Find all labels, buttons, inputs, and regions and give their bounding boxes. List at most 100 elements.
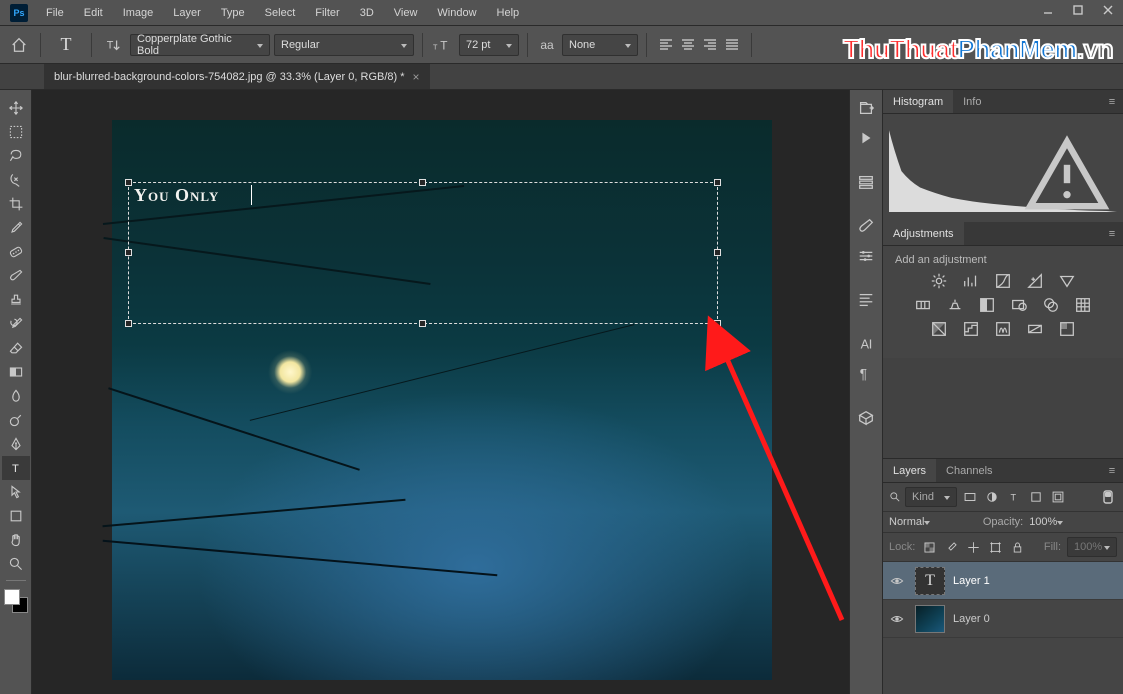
color-lookup-icon[interactable] <box>1072 296 1094 314</box>
marquee-tool[interactable] <box>2 120 30 144</box>
brush-settings-icon[interactable] <box>851 242 881 270</box>
color-balance-icon[interactable] <box>944 296 966 314</box>
text-bounding-box[interactable]: You Only <box>128 182 718 324</box>
maximize-button[interactable] <box>1063 0 1093 20</box>
stamp-tool[interactable] <box>2 288 30 312</box>
channel-mixer-icon[interactable] <box>1040 296 1062 314</box>
close-button[interactable] <box>1093 0 1123 20</box>
blur-tool[interactable] <box>2 384 30 408</box>
canvas[interactable]: You Only <box>32 90 849 694</box>
resize-handle[interactable] <box>714 179 721 186</box>
menu-help[interactable]: Help <box>487 0 530 26</box>
fill-field[interactable]: 100% <box>1067 537 1117 557</box>
levels-icon[interactable] <box>960 272 982 290</box>
crop-tool[interactable] <box>2 192 30 216</box>
bw-icon[interactable] <box>976 296 998 314</box>
filter-shape-icon[interactable] <box>1027 488 1045 506</box>
layer-item[interactable]: T Layer 1 <box>883 562 1123 600</box>
threshold-icon[interactable] <box>992 320 1014 338</box>
align-justify-icon[interactable] <box>721 34 743 56</box>
lock-pixels-icon[interactable] <box>943 539 959 555</box>
tab-channels[interactable]: Channels <box>936 459 1002 482</box>
brush-tool[interactable] <box>2 264 30 288</box>
blend-mode-select[interactable]: Normal <box>889 516 977 528</box>
hue-icon[interactable] <box>912 296 934 314</box>
tab-info[interactable]: Info <box>953 90 991 113</box>
tab-layers[interactable]: Layers <box>883 459 936 482</box>
align-right-icon[interactable] <box>699 34 721 56</box>
character-panel-icon[interactable]: A <box>851 330 881 358</box>
glyphs-panel-icon[interactable]: ¶ <box>851 360 881 388</box>
dodge-tool[interactable] <box>2 408 30 432</box>
resize-handle[interactable] <box>714 249 721 256</box>
history-brush-tool[interactable] <box>2 312 30 336</box>
hand-tool[interactable] <box>2 528 30 552</box>
visibility-toggle[interactable] <box>887 612 907 626</box>
3d-panel-icon[interactable] <box>851 404 881 432</box>
antialias-select[interactable]: None <box>562 34 638 56</box>
minimize-button[interactable] <box>1033 0 1063 20</box>
resize-handle[interactable] <box>419 179 426 186</box>
filter-type-icon[interactable]: T <box>1005 488 1023 506</box>
filter-adjustment-icon[interactable] <box>983 488 1001 506</box>
brush-panel-icon[interactable] <box>851 212 881 240</box>
tab-histogram[interactable]: Histogram <box>883 90 953 113</box>
close-tab-icon[interactable]: × <box>413 70 420 84</box>
text-orientation-icon[interactable]: T <box>100 36 126 54</box>
lock-position-icon[interactable] <box>965 539 981 555</box>
filter-pixel-icon[interactable] <box>961 488 979 506</box>
exposure-icon[interactable] <box>1024 272 1046 290</box>
document-tab[interactable]: blur-blurred-background-colors-754082.jp… <box>44 64 430 89</box>
home-icon[interactable] <box>6 32 32 58</box>
layer-filter-select[interactable]: Kind <box>905 487 957 507</box>
actions-panel-icon[interactable] <box>851 124 881 152</box>
path-select-tool[interactable] <box>2 480 30 504</box>
lock-all-icon[interactable] <box>1009 539 1025 555</box>
panel-menu-icon[interactable]: ≡ <box>1101 90 1123 113</box>
lock-artboard-icon[interactable] <box>987 539 1003 555</box>
menu-3d[interactable]: 3D <box>350 0 384 26</box>
menu-type[interactable]: Type <box>211 0 255 26</box>
align-center-icon[interactable] <box>677 34 699 56</box>
gradient-map-icon[interactable] <box>1024 320 1046 338</box>
foreground-color-swatch[interactable] <box>4 589 20 605</box>
vibrance-icon[interactable] <box>1056 272 1078 290</box>
curves-icon[interactable] <box>992 272 1014 290</box>
color-swatches[interactable] <box>2 589 30 617</box>
invert-icon[interactable] <box>928 320 950 338</box>
properties-panel-icon[interactable] <box>851 168 881 196</box>
menu-image[interactable]: Image <box>113 0 164 26</box>
menu-view[interactable]: View <box>384 0 428 26</box>
menu-edit[interactable]: Edit <box>74 0 113 26</box>
menu-file[interactable]: File <box>36 0 74 26</box>
opacity-field[interactable]: 100% <box>1029 516 1117 528</box>
panel-menu-icon[interactable]: ≡ <box>1101 459 1123 482</box>
lock-transparent-icon[interactable] <box>921 539 937 555</box>
histogram-warning-icon[interactable] <box>1021 128 1113 223</box>
menu-window[interactable]: Window <box>427 0 486 26</box>
posterize-icon[interactable] <box>960 320 982 338</box>
resize-handle[interactable] <box>125 320 132 327</box>
photo-filter-icon[interactable] <box>1008 296 1030 314</box>
shape-tool[interactable] <box>2 504 30 528</box>
filter-smart-icon[interactable] <box>1049 488 1067 506</box>
zoom-tool[interactable] <box>2 552 30 576</box>
lasso-tool[interactable] <box>2 144 30 168</box>
brightness-icon[interactable] <box>928 272 950 290</box>
eraser-tool[interactable] <box>2 336 30 360</box>
panel-menu-icon[interactable]: ≡ <box>1101 222 1123 245</box>
menu-filter[interactable]: Filter <box>305 0 349 26</box>
align-left-icon[interactable] <box>655 34 677 56</box>
type-tool[interactable]: T <box>2 456 30 480</box>
font-size-select[interactable]: 72 pt <box>459 34 519 56</box>
quick-select-tool[interactable] <box>2 168 30 192</box>
move-tool[interactable] <box>2 96 30 120</box>
selective-color-icon[interactable] <box>1056 320 1078 338</box>
resize-handle[interactable] <box>714 320 721 327</box>
visibility-toggle[interactable] <box>887 574 907 588</box>
filter-toggle-icon[interactable] <box>1099 488 1117 506</box>
resize-handle[interactable] <box>419 320 426 327</box>
menu-select[interactable]: Select <box>255 0 306 26</box>
gradient-tool[interactable] <box>2 360 30 384</box>
font-style-select[interactable]: Regular <box>274 34 414 56</box>
